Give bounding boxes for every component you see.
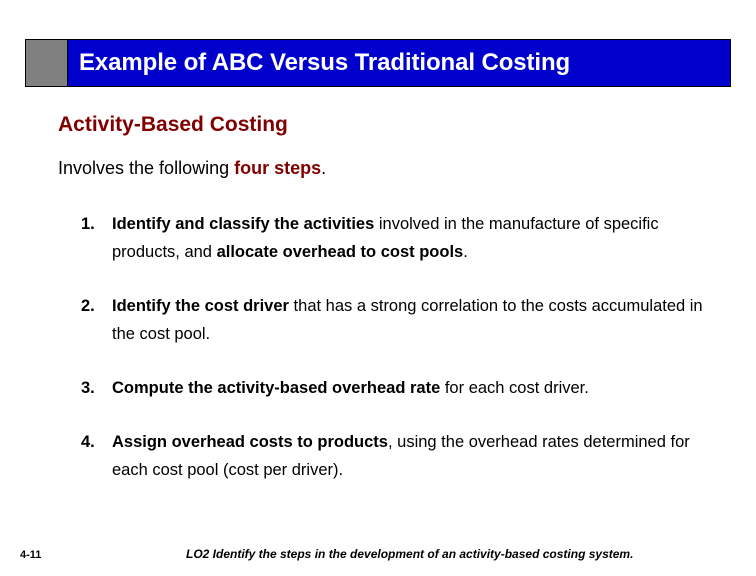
lead-prefix: Involves the following (58, 158, 235, 178)
lead-sentence: Involves the following four steps. (58, 156, 756, 180)
step-number: 2. (81, 297, 95, 315)
step-text: Assign overhead costs to products, using… (112, 428, 712, 484)
title-bar: Example of ABC Versus Traditional Costin… (67, 39, 731, 87)
step-text: Identify the cost driver that has a stro… (112, 292, 712, 348)
numbered-steps-list: 1. Identify and classify the activities i… (0, 210, 756, 484)
lead-highlight: four steps (234, 158, 322, 178)
step-text: Compute the activity-based overhead rate… (112, 374, 712, 402)
list-item: 4. Assign overhead costs to products, usi… (0, 428, 756, 484)
list-item: 1. Identify and classify the activities i… (0, 210, 756, 266)
step-text-emphasis: allocate overhead to cost pools (216, 243, 464, 261)
step-text-run: for each cost driver. (440, 379, 589, 397)
step-text: Identify and classify the activities inv… (112, 210, 712, 266)
step-text-run: . (463, 243, 468, 261)
step-text-emphasis: Identify and classify the activities (112, 215, 375, 233)
list-item: 2. Identify the cost driver that has a st… (0, 292, 756, 348)
learning-objective-note: LO2 Identify the steps in the developmen… (186, 547, 634, 561)
slide-body: Activity-Based Costing Involves the foll… (0, 110, 756, 484)
step-number: 4. (81, 433, 95, 451)
step-number: 1. (81, 215, 95, 233)
slide-title-banner: Example of ABC Versus Traditional Costin… (25, 39, 731, 87)
step-number: 3. (81, 379, 95, 397)
list-item: 3. Compute the activity-based overhead ra… (0, 374, 756, 402)
step-text-emphasis: Assign overhead costs to products (112, 433, 388, 451)
page-number: 4-11 (20, 549, 42, 561)
step-text-emphasis: Compute the activity-based overhead rate (112, 379, 441, 397)
lead-suffix: . (321, 158, 327, 178)
slide-footer: 4-11 LO2 Identify the steps in the devel… (0, 547, 756, 567)
section-heading: Activity-Based Costing (58, 113, 288, 136)
step-text-emphasis: Identify the cost driver (112, 297, 289, 315)
title-accent-swatch (25, 39, 67, 87)
page-title: Example of ABC Versus Traditional Costin… (79, 49, 571, 76)
